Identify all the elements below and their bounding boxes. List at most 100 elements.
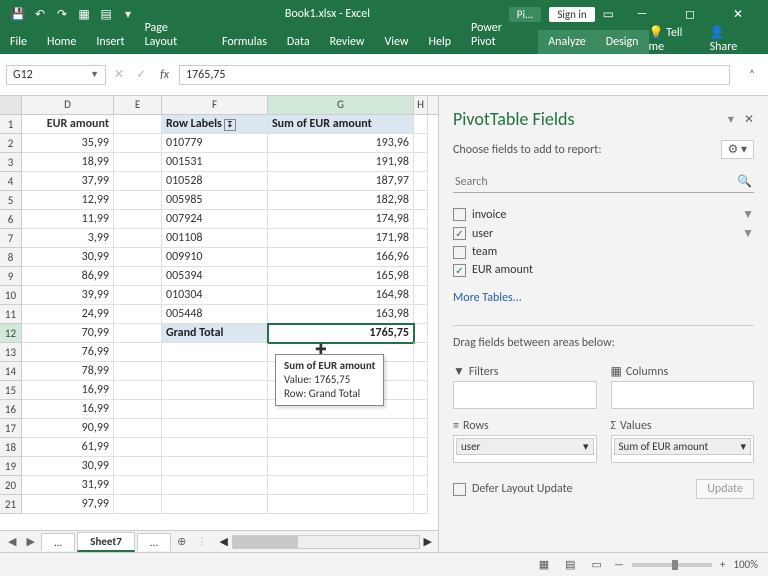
tell-me-button[interactable]: 💡 Tell me [649, 25, 700, 54]
qat-icon[interactable]: ▤ [98, 6, 114, 22]
zoom-slider[interactable] [632, 563, 712, 567]
scroll-left-icon[interactable]: ◀ [219, 535, 227, 548]
columns-area[interactable] [611, 381, 755, 409]
cell[interactable]: 11,99 [22, 210, 114, 229]
cell[interactable] [414, 476, 428, 495]
row-header[interactable]: 2 [0, 134, 22, 153]
chevron-down-icon[interactable]: ▼ [90, 69, 99, 80]
cell[interactable] [114, 305, 162, 324]
row-header[interactable]: 21 [0, 495, 22, 514]
cell[interactable] [414, 381, 428, 400]
cell[interactable] [414, 419, 428, 438]
cell[interactable]: 97,99 [22, 495, 114, 514]
cell[interactable] [114, 153, 162, 172]
cell[interactable]: 31,99 [22, 476, 114, 495]
chevron-down-icon[interactable]: ▾ [583, 440, 589, 453]
cell[interactable] [414, 343, 428, 362]
save-icon[interactable]: 💾 [10, 6, 26, 22]
select-all-corner[interactable] [0, 96, 22, 114]
filter-icon[interactable]: ▼ [742, 207, 754, 222]
filters-area[interactable] [453, 381, 597, 409]
cell[interactable] [114, 476, 162, 495]
sort-filter-icon[interactable]: ↧ [224, 119, 236, 131]
zoom-level[interactable]: 100% [733, 558, 758, 571]
cell[interactable] [414, 362, 428, 381]
cell[interactable] [114, 495, 162, 514]
cell[interactable] [114, 191, 162, 210]
close-icon[interactable]: ✕ [718, 7, 758, 22]
cell[interactable] [414, 248, 428, 267]
cell[interactable]: 12,99 [22, 191, 114, 210]
cell[interactable] [268, 457, 414, 476]
cell[interactable]: 001108 [162, 229, 268, 248]
zoom-out-icon[interactable]: — [614, 558, 624, 571]
gear-icon[interactable]: ⚙ ▾ [721, 140, 755, 159]
cell[interactable] [114, 324, 162, 343]
page-layout-view-icon[interactable]: ▤ [561, 558, 579, 571]
cell[interactable]: 191,98 [268, 153, 414, 172]
row-header[interactable]: 7 [0, 229, 22, 248]
row-header[interactable]: 14 [0, 362, 22, 381]
collapse-ribbon-icon[interactable]: ˄ [742, 68, 762, 82]
row-header[interactable]: 6 [0, 210, 22, 229]
sheet-nav-prev-icon[interactable]: ◀ [4, 535, 20, 548]
row-header[interactable]: 20 [0, 476, 22, 495]
cell[interactable]: 165,98 [268, 267, 414, 286]
sheet-nav-next-icon[interactable]: ▶ [22, 535, 38, 548]
horizontal-scrollbar[interactable]: ◀ ▶ [219, 535, 432, 549]
column-header[interactable]: G [268, 96, 414, 114]
cell[interactable]: 010779 [162, 134, 268, 153]
tab-help[interactable]: Help [419, 30, 462, 54]
cell[interactable] [114, 134, 162, 153]
cell[interactable] [162, 362, 268, 381]
cell[interactable]: Row Labels↧ [162, 115, 268, 134]
fx-icon[interactable]: fx [154, 66, 175, 84]
cell[interactable] [114, 343, 162, 362]
cell[interactable]: Sum of EUR amount [268, 115, 414, 134]
row-header[interactable]: 16 [0, 400, 22, 419]
maximize-icon[interactable]: ◻ [670, 7, 710, 22]
cell[interactable] [114, 286, 162, 305]
cell[interactable]: 18,99 [22, 153, 114, 172]
cell[interactable] [414, 210, 428, 229]
cell[interactable]: 166,96 [268, 248, 414, 267]
search-input[interactable] [455, 174, 737, 189]
column-header[interactable]: H [414, 96, 428, 114]
area-token-user[interactable]: user▾ [456, 438, 594, 455]
cell[interactable]: 001531 [162, 153, 268, 172]
cell[interactable] [162, 438, 268, 457]
row-header[interactable]: 19 [0, 457, 22, 476]
field-checkbox[interactable]: ✓ [453, 227, 466, 240]
cell[interactable]: 010304 [162, 286, 268, 305]
share-button[interactable]: 👤 Share [710, 25, 754, 54]
cell[interactable] [114, 438, 162, 457]
scroll-right-icon[interactable]: ▶ [424, 535, 432, 548]
redo-icon[interactable]: ↷ [54, 6, 70, 22]
sheet-tab-active[interactable]: Sheet7 [77, 532, 135, 552]
page-break-view-icon[interactable]: ▭ [588, 558, 606, 571]
row-header[interactable]: 4 [0, 172, 22, 191]
cell[interactable]: 35,99 [22, 134, 114, 153]
cell[interactable]: 39,99 [22, 286, 114, 305]
row-header[interactable]: 12 [0, 324, 22, 343]
cell[interactable] [114, 362, 162, 381]
cell[interactable]: 005448 [162, 305, 268, 324]
cell[interactable] [414, 267, 428, 286]
tab-file[interactable]: File [0, 30, 37, 54]
name-box[interactable]: G12 ▼ [6, 65, 106, 85]
tab-data[interactable]: Data [277, 30, 320, 54]
filter-icon[interactable]: ▼ [742, 226, 754, 241]
field-checkbox[interactable] [453, 208, 466, 221]
cell[interactable]: 187,97 [268, 172, 414, 191]
cell[interactable]: 86,99 [22, 267, 114, 286]
cell[interactable] [162, 381, 268, 400]
cell[interactable] [414, 153, 428, 172]
cell[interactable] [114, 267, 162, 286]
cell[interactable] [414, 115, 428, 134]
chevron-down-icon[interactable]: ▾ [728, 112, 734, 127]
cell[interactable] [268, 438, 414, 457]
field-item[interactable]: invoice▼ [453, 207, 754, 222]
cell[interactable]: 61,99 [22, 438, 114, 457]
update-button[interactable]: Update [696, 479, 754, 499]
cell[interactable] [414, 134, 428, 153]
